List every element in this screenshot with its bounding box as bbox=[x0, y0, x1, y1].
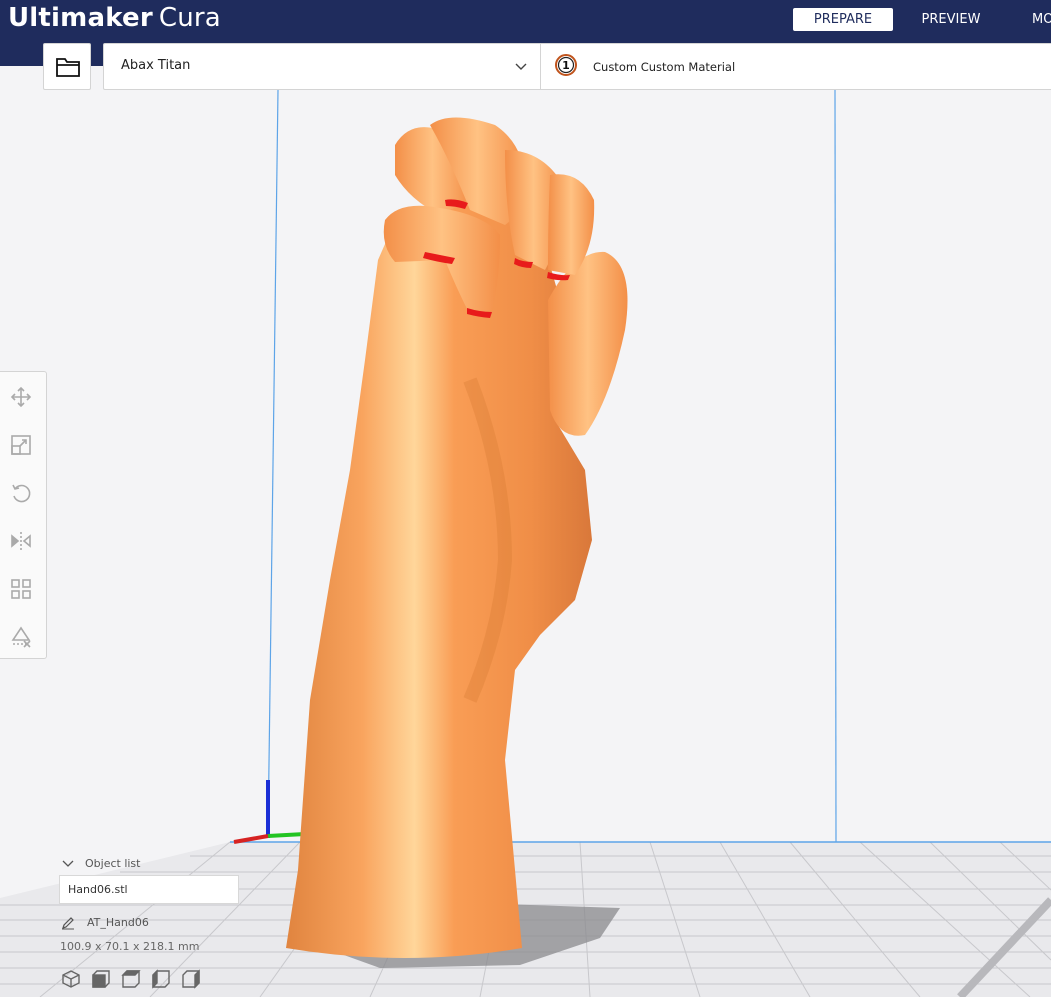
build-plate-viewport[interactable] bbox=[0, 0, 1051, 997]
view-right-button[interactable] bbox=[181, 969, 201, 989]
view-top-button[interactable] bbox=[121, 969, 141, 989]
material-name: Custom Custom Material bbox=[593, 60, 736, 74]
left-view-icon bbox=[152, 969, 170, 989]
support-blocker-button[interactable] bbox=[8, 624, 34, 650]
move-tool-button[interactable] bbox=[8, 384, 34, 410]
view-left-button[interactable] bbox=[151, 969, 171, 989]
view-front-button[interactable] bbox=[91, 969, 111, 989]
pencil-icon bbox=[62, 917, 74, 930]
per-model-settings-button[interactable] bbox=[8, 576, 34, 602]
object-list-item[interactable]: Hand06.stl bbox=[59, 875, 239, 904]
job-name: AT_Hand06 bbox=[87, 916, 149, 929]
3d-view-icon bbox=[62, 970, 80, 988]
top-view-icon bbox=[121, 970, 141, 988]
stage-tab-prepare[interactable]: PREPARE bbox=[793, 8, 893, 31]
logo-ultimaker: Ultimaker bbox=[8, 3, 153, 33]
model-dimensions: 100.9 x 70.1 x 218.1 mm bbox=[60, 940, 200, 953]
stage-tab-preview[interactable]: PREVIEW bbox=[908, 8, 994, 31]
chevron-down-icon bbox=[515, 63, 527, 70]
extruder-number: 1 bbox=[562, 59, 570, 72]
extruder-badge: 1 bbox=[555, 54, 577, 76]
move-icon bbox=[10, 386, 32, 408]
folder-icon bbox=[56, 58, 80, 77]
machine-bar: Abax Titan 1 Custom Custom Material bbox=[103, 43, 1051, 90]
hand-model[interactable] bbox=[286, 117, 628, 959]
support-blocker-icon bbox=[11, 626, 31, 648]
printer-name: Abax Titan bbox=[121, 58, 191, 73]
object-list-item-label: Hand06.stl bbox=[68, 883, 128, 896]
app-logo: Ultimaker Cura bbox=[8, 2, 221, 34]
mirror-icon bbox=[11, 532, 31, 550]
logo-cura: Cura bbox=[158, 3, 221, 33]
stage-tab-monitor[interactable]: MO bbox=[1015, 8, 1051, 31]
mirror-tool-button[interactable] bbox=[8, 528, 34, 554]
view-3d-button[interactable] bbox=[61, 969, 81, 989]
right-view-icon bbox=[182, 969, 200, 989]
object-list-header: Object list bbox=[85, 857, 141, 870]
tool-panel bbox=[0, 371, 47, 659]
open-file-button[interactable] bbox=[43, 43, 91, 90]
per-model-settings-icon bbox=[11, 579, 31, 599]
scale-tool-button[interactable] bbox=[8, 432, 34, 458]
rotate-tool-button[interactable] bbox=[8, 480, 34, 506]
chevron-down-icon bbox=[62, 860, 74, 867]
front-view-icon bbox=[92, 970, 110, 988]
axis-indicator bbox=[233, 780, 306, 844]
scale-icon bbox=[11, 435, 31, 455]
rotate-icon bbox=[12, 484, 31, 503]
material-selector[interactable]: 1 Custom Custom Material bbox=[541, 44, 1051, 89]
printer-selector[interactable]: Abax Titan bbox=[104, 44, 541, 89]
